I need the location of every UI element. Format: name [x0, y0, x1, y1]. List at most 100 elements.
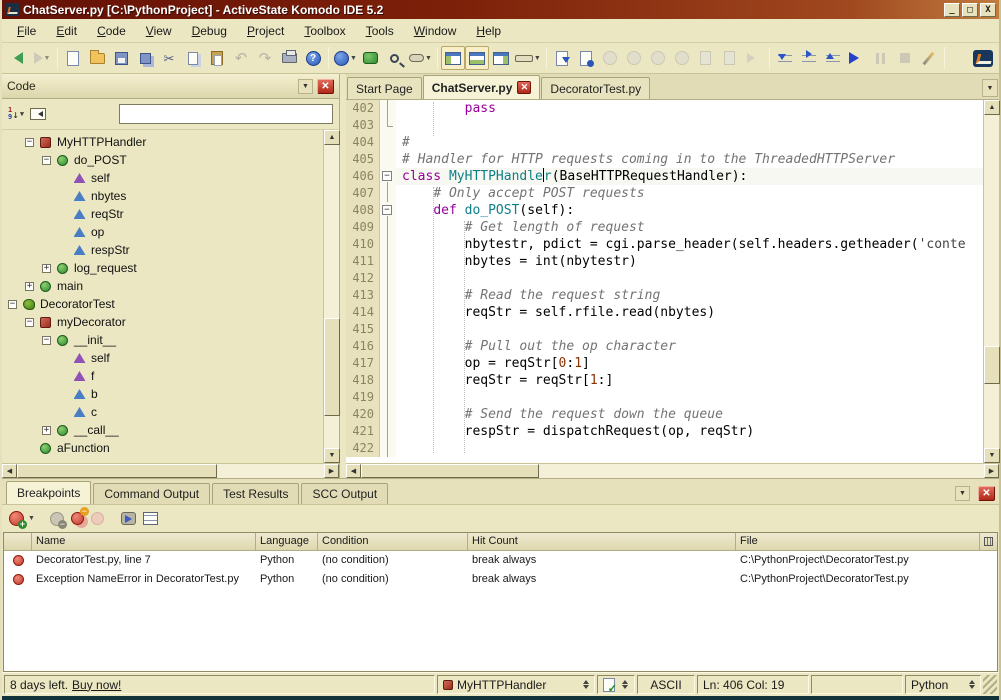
tree-hscroll-thumb[interactable]: [17, 464, 217, 478]
code-line-415[interactable]: 415: [346, 321, 983, 338]
fold-margin[interactable]: −: [380, 202, 396, 219]
menu-toolbox[interactable]: Toolbox: [295, 21, 354, 41]
tree-item-mydecorator[interactable]: −myDecorator: [2, 313, 323, 331]
menu-edit[interactable]: Edit: [47, 21, 86, 41]
step-out-button[interactable]: [821, 46, 845, 70]
language-section[interactable]: Python: [905, 675, 981, 694]
menu-help[interactable]: Help: [467, 21, 510, 41]
tree-item-self[interactable]: self: [2, 349, 323, 367]
column-picker-button[interactable]: [980, 533, 997, 550]
encoding-section[interactable]: ASCII: [637, 675, 695, 694]
run-script-button[interactable]: [845, 46, 869, 70]
break-now-button[interactable]: [598, 46, 622, 70]
tree-item-f[interactable]: f: [2, 367, 323, 385]
code-line-416[interactable]: 416 # Pull out the op character: [346, 338, 983, 355]
output-tab-command-output[interactable]: Command Output: [93, 483, 210, 504]
paste-button[interactable]: [205, 46, 229, 70]
editor-scroll-thumb[interactable]: [984, 346, 1000, 384]
scroll-down-arrow[interactable]: ▼: [984, 448, 1000, 463]
fold-margin[interactable]: [380, 321, 396, 338]
preview-in-browser-dropdown[interactable]: ▼: [350, 55, 357, 62]
scroll-down-arrow[interactable]: ▼: [324, 448, 340, 463]
menu-tools[interactable]: Tools: [357, 21, 403, 41]
tree-item-op[interactable]: op: [2, 223, 323, 241]
buy-now-link[interactable]: Buy now!: [72, 678, 121, 692]
symbol-spinner[interactable]: [583, 677, 589, 692]
locate-scope-button[interactable]: [30, 108, 46, 120]
language-spinner[interactable]: [969, 677, 975, 692]
fold-margin[interactable]: [380, 423, 396, 440]
minimize-button[interactable]: _: [944, 3, 960, 17]
code-line-404[interactable]: 404#: [346, 134, 983, 151]
collapse-box[interactable]: −: [8, 300, 17, 309]
collapse-box[interactable]: −: [25, 138, 34, 147]
forward-dropdown[interactable]: ▼: [44, 55, 51, 62]
fold-margin[interactable]: [380, 406, 396, 423]
fold-margin[interactable]: [380, 100, 396, 117]
add-breakpoint-button[interactable]: ▼: [9, 511, 35, 526]
step-in-button[interactable]: [773, 46, 797, 70]
expand-box[interactable]: +: [42, 426, 51, 435]
save-button[interactable]: [109, 46, 133, 70]
clear-session-button[interactable]: [646, 46, 670, 70]
menu-project[interactable]: Project: [238, 21, 293, 41]
tab-close-button[interactable]: ✕: [517, 81, 531, 94]
breakpoint-row[interactable]: Exception NameError in DecoratorTest.pyP…: [4, 570, 997, 589]
tree-item-respstr[interactable]: respStr: [2, 241, 323, 259]
fold-margin[interactable]: [380, 355, 396, 372]
tree-item-b[interactable]: b: [2, 385, 323, 403]
stop-button[interactable]: [893, 46, 917, 70]
fold-margin[interactable]: [380, 151, 396, 168]
fold-margin[interactable]: [380, 304, 396, 321]
komodo-logo-button[interactable]: [971, 46, 995, 70]
code-line-421[interactable]: 421 respStr = dispatchRequest(op, reqStr…: [346, 423, 983, 440]
code-line-406[interactable]: 406−class MyHTTPHandler(BaseHTTPRequestH…: [346, 168, 983, 185]
step-over-button[interactable]: [797, 46, 821, 70]
fold-margin[interactable]: [380, 270, 396, 287]
save-all-button[interactable]: [133, 46, 157, 70]
tree-horizontal-scrollbar[interactable]: ◀ ▶: [2, 463, 339, 478]
code-line-414[interactable]: 414 reqStr = self.rfile.read(nbytes): [346, 304, 983, 321]
output-tab-test-results[interactable]: Test Results: [212, 483, 299, 504]
tree-item-reqstr[interactable]: reqStr: [2, 205, 323, 223]
tree-item-main[interactable]: +main: [2, 277, 323, 295]
code-line-417[interactable]: 417 op = reqStr[0:1]: [346, 355, 983, 372]
code-line-411[interactable]: 411 nbytes = int(nbytestr): [346, 253, 983, 270]
editor-horizontal-scrollbar[interactable]: ◀ ▶: [346, 463, 999, 478]
scroll-up-arrow[interactable]: ▲: [324, 130, 340, 145]
code-line-402[interactable]: 402 pass: [346, 100, 983, 117]
panel-close-button[interactable]: ✕: [317, 79, 334, 94]
output-tab-scc-output[interactable]: SCC Output: [301, 483, 388, 504]
start-debugging-button[interactable]: [550, 46, 574, 70]
undo-button[interactable]: ↶: [229, 46, 253, 70]
tab-list-dropdown[interactable]: ▼: [982, 79, 998, 97]
help-button[interactable]: ?: [301, 46, 325, 70]
code-line-418[interactable]: 418 reqStr = reqStr[1:]: [346, 372, 983, 389]
tree-item-do-post[interactable]: −do_POST: [2, 151, 323, 169]
toolbox-bar-dropdown[interactable]: ▼: [534, 55, 541, 62]
fold-margin[interactable]: [380, 389, 396, 406]
title-bar[interactable]: ChatServer.py [C:\PythonProject] - Activ…: [2, 0, 999, 19]
fold-margin[interactable]: [380, 253, 396, 270]
tab-chatserver-py[interactable]: ChatServer.py✕: [423, 75, 541, 99]
tree-item-nbytes[interactable]: nbytes: [2, 187, 323, 205]
tree-item-decoratortest[interactable]: −DecoratorTest: [2, 295, 323, 313]
code-line-412[interactable]: 412: [346, 270, 983, 287]
panel-menu-dropdown[interactable]: ▼: [298, 79, 313, 94]
code-line-409[interactable]: 409 # Get length of request: [346, 219, 983, 236]
sort-order-button[interactable]: 19 ↓▼: [8, 107, 24, 121]
scroll-right-arrow[interactable]: ▶: [324, 464, 339, 478]
debugger-output-button[interactable]: [718, 46, 742, 70]
editor-hscroll-thumb[interactable]: [361, 464, 539, 478]
toolbox-bar-button[interactable]: ▼: [513, 46, 543, 70]
new-file-button[interactable]: [61, 46, 85, 70]
column-header-file[interactable]: File: [736, 533, 980, 550]
column-header-hit-count[interactable]: Hit Count: [468, 533, 736, 550]
collapse-box[interactable]: −: [25, 318, 34, 327]
add-breakpoint-dropdown[interactable]: ▼: [28, 515, 35, 522]
breakpoint-properties-button[interactable]: [143, 512, 158, 525]
show-left-pane-button[interactable]: [441, 46, 465, 70]
cut-button[interactable]: ✂: [157, 46, 181, 70]
editor-vertical-scrollbar[interactable]: ▲ ▼: [983, 100, 999, 463]
syntax-check-section[interactable]: [597, 675, 635, 694]
